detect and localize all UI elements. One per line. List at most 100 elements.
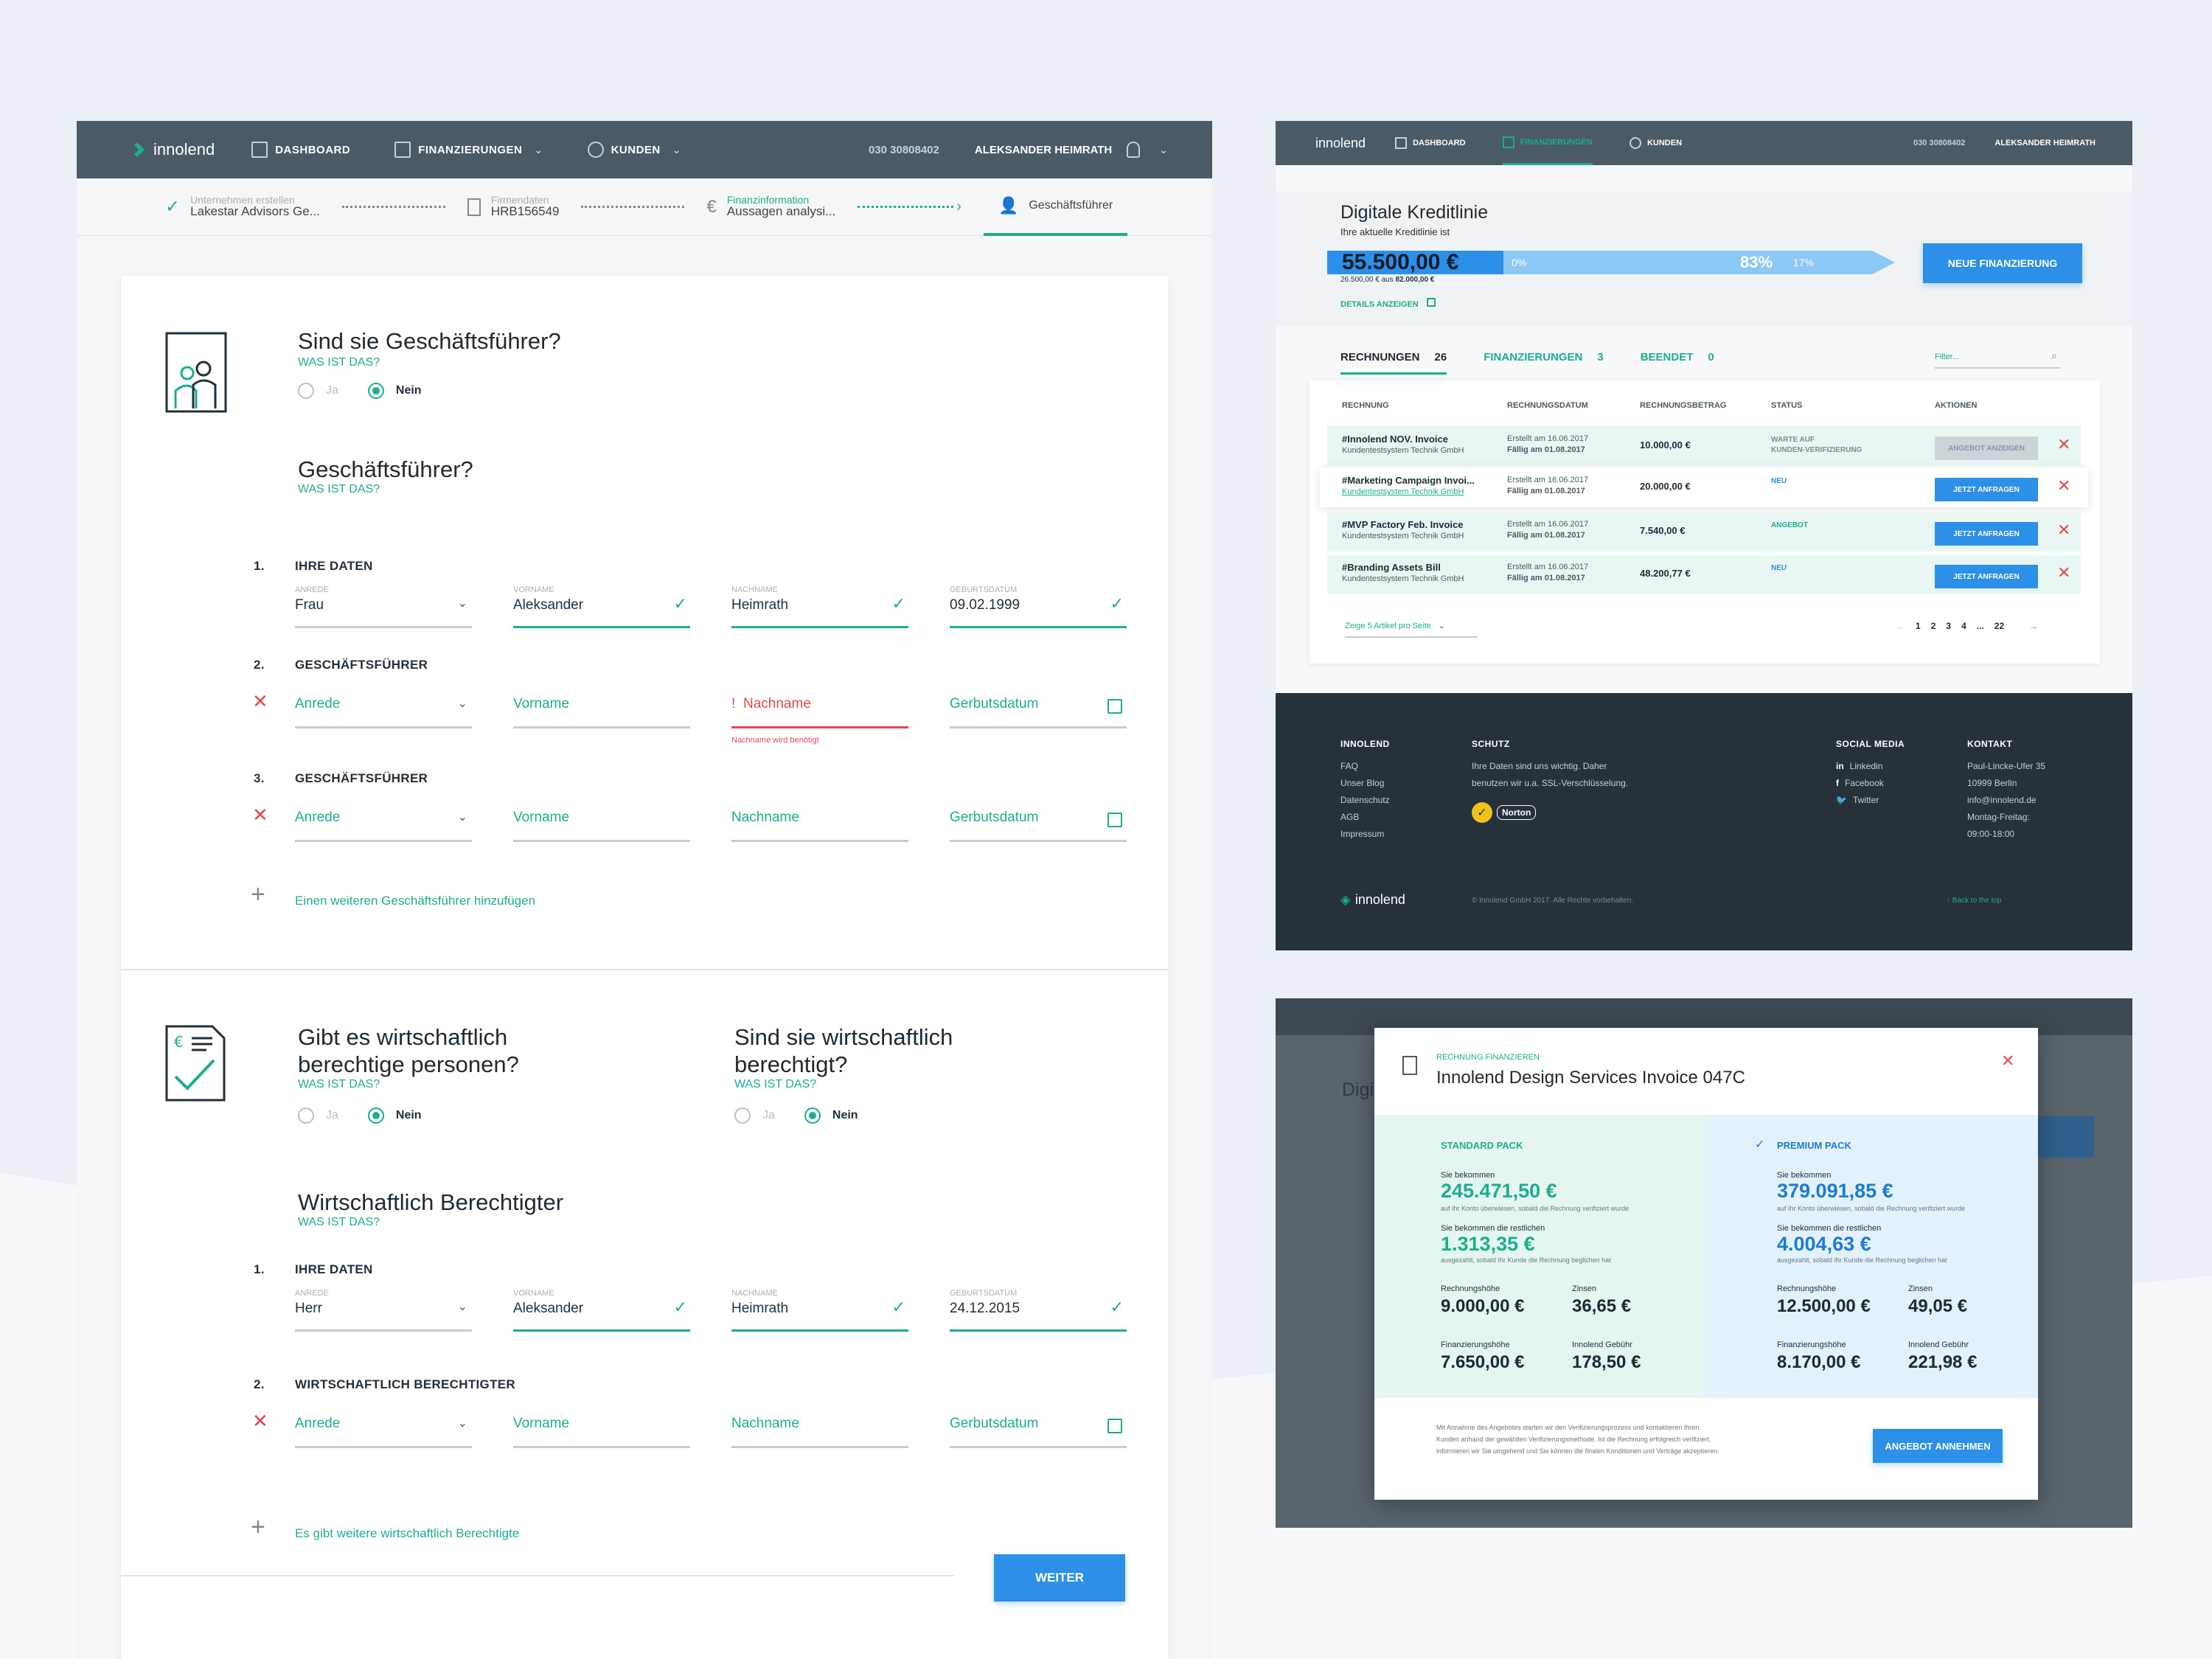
vorname-field[interactable]: Vorname [513,684,690,728]
calendar-icon[interactable] [1107,699,1122,714]
nachname-field[interactable]: Nachname [731,1404,908,1448]
radio-yes[interactable]: Ja [298,383,338,400]
footer-link[interactable]: Unser Blog [1340,775,1390,792]
vorname-field[interactable]: Vorname [513,798,690,842]
nachname-field[interactable]: ! Nachname [731,684,908,728]
logo[interactable]: innolend [128,140,215,159]
footer-link[interactable]: 🐦 Twitter [1836,792,1905,809]
tab-rechnungen[interactable]: RECHNUNGEN 26 [1340,351,1447,375]
footer-link[interactable]: Impressum [1340,826,1390,843]
calendar-icon[interactable] [1107,813,1122,827]
radio-yes[interactable]: Ja [298,1107,338,1124]
remove-icon[interactable]: ✕ [252,1410,268,1433]
page-number[interactable]: 2 [1931,621,1936,631]
nav-kunden[interactable]: KUNDEN ⌄ [587,142,681,158]
geburtsdatum-field[interactable]: GEBURTSDATUM 09.02.1999 ✓ [950,584,1127,628]
remove-icon[interactable]: ✕ [252,690,268,713]
table-row[interactable]: #Marketing Campaign Invoi... Kundentestsy… [1320,467,2088,507]
radio-yes[interactable]: Ja [734,1107,775,1124]
delete-icon[interactable]: ✕ [2057,563,2070,582]
logo[interactable]: innolend [1315,136,1366,151]
geburtsdatum-field[interactable]: GEBURTSDATUM 24.12.2015 ✓ [950,1287,1127,1332]
anrede-select[interactable]: Anrede ⌄ [295,684,472,728]
prev-page-icon[interactable]: ← [1896,621,1905,631]
standard-pack[interactable]: STANDARD PACK Sie bekommen 245.471,50 € … [1374,1115,1706,1398]
anrede-select[interactable]: ANREDE Herr ⌄ [295,1287,472,1332]
delete-icon[interactable]: ✕ [2057,476,2070,495]
what-is-this-link[interactable]: WAS IST DAS? [734,1078,953,1091]
plus-icon[interactable]: + [251,880,265,909]
nachname-field[interactable]: Nachname [731,798,908,842]
anrede-select[interactable]: ANREDE Frau ⌄ [295,584,472,628]
radio-no[interactable]: Nein [367,1107,422,1124]
footer-link[interactable]: FAQ [1340,758,1390,775]
geburtsdatum-field[interactable]: Gerbutsdatum [950,798,1127,842]
table-row[interactable]: #Branding Assets Bill Kundentestsystem Te… [1327,554,2081,594]
page-number[interactable]: 1 [1916,621,1921,631]
close-icon[interactable]: ✕ [2001,1051,2014,1071]
user-menu[interactable]: ALEKSANDER HEIMRATH ⌄ [975,142,1168,158]
delete-icon[interactable]: ✕ [2057,435,2070,454]
calendar-icon[interactable] [1107,1419,1122,1433]
what-is-this-link[interactable]: WAS IST DAS? [298,1078,519,1091]
page-number[interactable]: 3 [1946,621,1951,631]
add-beneficiary-link[interactable]: Es gibt weitere wirtschaftlich Berechtig… [295,1526,519,1541]
search-icon[interactable]: ⌕ [2051,349,2057,362]
anrede-select[interactable]: Anrede ⌄ [295,798,472,842]
geburtsdatum-field[interactable]: Gerbutsdatum [950,684,1127,728]
show-offer-button[interactable]: ANGEBOT ANZEIGEN [1935,437,2038,460]
what-is-this-link[interactable]: WAS IST DAS? [298,1216,563,1229]
geburtsdatum-field[interactable]: Gerbutsdatum [950,1404,1127,1448]
vorname-field[interactable]: VORNAME Aleksander ✓ [513,584,690,628]
invoice-company[interactable]: Kundentestsystem Technik GmbH [1342,487,1464,496]
back-to-top-link[interactable]: ↑ Back to the top [1947,897,2002,905]
next-page-icon[interactable]: → [2029,621,2038,631]
page-number[interactable]: 22 [1994,621,2004,631]
plus-icon[interactable]: + [251,1513,265,1542]
filter-input[interactable]: Filter... ⌕ [1935,349,2060,369]
delete-icon[interactable]: ✕ [2057,521,2070,540]
table-row[interactable]: #Innolend NOV. Invoice Kundentestsystem T… [1327,426,2081,466]
footer-link[interactable]: AGB [1340,809,1390,826]
step-firmendaten[interactable]: Firmendaten HRB156549 [467,195,559,219]
nav-finanzierungen[interactable]: FINANZIERUNGEN [1502,121,1593,165]
add-manager-link[interactable]: Einen weiteren Geschäftsführer hinzufüge… [295,894,535,908]
what-is-this-link[interactable]: WAS IST DAS? [298,483,473,496]
nav-dashboard[interactable]: DASHBOARD [251,142,350,158]
anrede-select[interactable]: Anrede ⌄ [295,1404,472,1448]
user-name[interactable]: ALEKSANDER HEIMRATH [1994,139,2096,147]
nav-finanzierungen[interactable]: FINANZIERUNGEN ⌄ [394,142,543,158]
radio-no[interactable]: Nein [804,1107,858,1124]
what-is-this-link[interactable]: WAS IST DAS? [298,356,561,369]
accept-offer-button[interactable]: ANGEBOT ANNEHMEN [1873,1429,2003,1463]
nachname-field[interactable]: NACHNAME Heimrath ✓ [731,1287,908,1332]
premium-pack[interactable]: ✓ PREMIUM PACK Sie bekommen 379.091,85 €… [1706,1115,2038,1398]
details-link[interactable]: DETAILS ANZEIGEN [1340,298,1436,309]
footer-link[interactable]: f Facebook [1836,775,1905,792]
contact-email[interactable]: info@innolend.de [1967,792,2045,809]
footer-link[interactable]: in Linkedin [1836,758,1905,775]
table-row[interactable]: #MVP Factory Feb. Invoice Kundentestsyste… [1327,512,2081,552]
vorname-field[interactable]: Vorname [513,1404,690,1448]
nav-kunden[interactable]: KUNDEN [1629,137,1682,149]
step-company[interactable]: ✓ Unternehmen erstellen Lakestar Advisors… [165,195,320,219]
next-button[interactable]: WEITER [994,1554,1125,1601]
footer-logo[interactable]: ◈ innolend [1340,892,1405,908]
per-page-select[interactable]: Zeige 5 Artikel pro Seite ⌄ [1345,621,1478,638]
phone-number[interactable]: 030 30808402 [1913,139,1965,147]
remove-icon[interactable]: ✕ [252,804,268,827]
nav-dashboard[interactable]: DASHBOARD [1395,137,1466,149]
vorname-field[interactable]: VORNAME Aleksander ✓ [513,1287,690,1332]
request-now-button[interactable]: JETZT ANFRAGEN [1935,565,2038,588]
request-now-button[interactable]: JETZT ANFRAGEN [1935,478,2038,501]
tab-beendet[interactable]: BEENDET 0 [1641,351,1714,375]
step-geschaeftsfuehrer[interactable]: 👤 Geschäftsführer [983,178,1128,236]
new-financing-button[interactable]: NEUE FINANZIERUNG [1923,243,2082,283]
radio-no[interactable]: Nein [367,383,422,400]
page-number[interactable]: 4 [1961,621,1966,631]
step-finanzinformation[interactable]: € Finanzinformation Aussagen analysi... [706,195,835,219]
phone-number[interactable]: 030 30808402 [869,144,939,156]
footer-link[interactable]: Datenschutz [1340,792,1390,809]
nachname-field[interactable]: NACHNAME Heimrath ✓ [731,584,908,628]
tab-finanzierungen[interactable]: FINANZIERUNGEN 3 [1484,351,1604,375]
